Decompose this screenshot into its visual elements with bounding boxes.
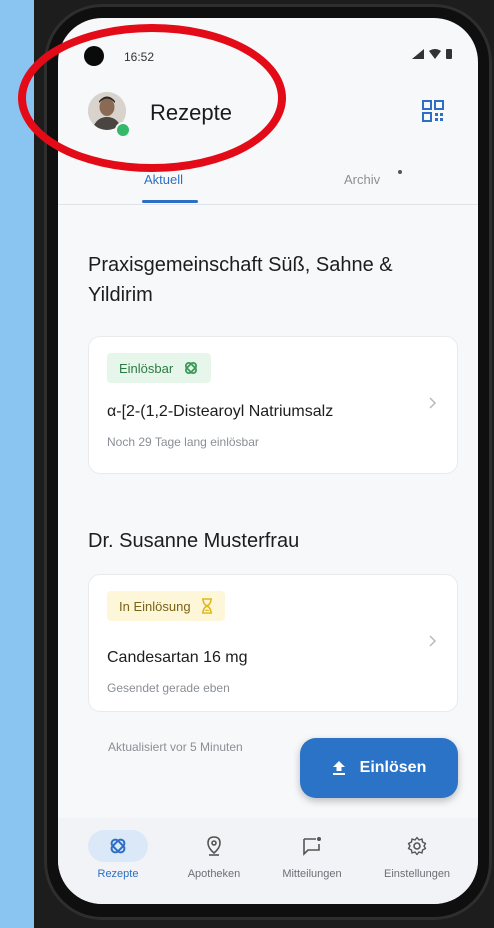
medication-name: Candesartan 16 mg: [107, 649, 248, 666]
prescription-card[interactable]: Einlösbar α-[2-(1,2-Distearoyl Natriumsa…: [88, 336, 458, 474]
tab-aktuell[interactable]: Aktuell: [144, 172, 183, 187]
upload-icon: [332, 761, 345, 775]
pill-icon: [110, 838, 126, 854]
practice-title: Dr. Susanne Musterfrau: [88, 530, 300, 552]
online-status-dot: [115, 122, 131, 138]
nav-item-apotheken[interactable]: Apotheken: [184, 830, 244, 880]
nav-item-einstellungen[interactable]: Einstellungen: [384, 830, 450, 880]
practice-title: Praxisgemeinschaft Süß, Sahne & Yildirim: [88, 254, 393, 306]
pill-icon: [185, 361, 198, 375]
qr-scan-icon[interactable]: [422, 100, 444, 122]
last-updated-text: Aktualisiert vor 5 Minuten: [108, 740, 243, 754]
status-badge-label: In Einlösung: [119, 598, 191, 614]
nav-label: Mitteilungen: [282, 868, 342, 880]
chevron-right-icon: [429, 397, 437, 409]
medication-name: α-[2-(1,2-Distearoyl Natriumsalz: [107, 403, 334, 420]
chevron-right-icon: [429, 635, 437, 647]
location-pin-icon: [207, 836, 221, 856]
active-tab-indicator: [142, 200, 198, 203]
hourglass-icon: [201, 598, 212, 614]
redeem-button-label: Einlösen: [359, 759, 427, 776]
status-time: 16:52: [124, 50, 155, 64]
nav-label: Rezepte: [97, 868, 139, 880]
nav-label: Einstellungen: [384, 868, 451, 880]
app-header: Rezepte: [58, 88, 478, 144]
status-badge: Einlösbar: [107, 353, 212, 383]
nav-label: Apotheken: [187, 868, 241, 880]
page-title: Rezepte: [150, 100, 232, 125]
system-icons: [412, 48, 452, 59]
signal-icon: [412, 48, 424, 59]
gear-icon: [407, 836, 427, 856]
backdrop: [0, 0, 34, 928]
nav-item-mitteilungen[interactable]: Mitteilungen: [282, 830, 342, 880]
archive-notification-dot: [398, 170, 402, 174]
redeem-button[interactable]: Einlösen: [300, 738, 458, 798]
tab-archiv[interactable]: Archiv: [344, 172, 380, 187]
front-camera: [84, 46, 104, 66]
medication-status-text: Gesendet gerade eben: [107, 681, 230, 695]
status-bar: 16:52: [58, 18, 478, 66]
nav-item-rezepte[interactable]: Rezepte: [88, 830, 148, 880]
phone-screen: 16:52 Rezepte Aktuell Archiv Praxisgemei…: [58, 18, 478, 904]
message-icon: [303, 837, 321, 856]
status-badge-label: Einlösbar: [119, 360, 174, 376]
prescription-card[interactable]: In Einlösung Candesartan 16 mg Gesendet …: [88, 574, 458, 712]
battery-icon: [446, 49, 452, 59]
status-badge: In Einlösung: [107, 591, 225, 621]
tab-bar: Aktuell Archiv: [58, 168, 478, 205]
medication-status-text: Noch 29 Tage lang einlösbar: [107, 435, 259, 449]
bottom-navigation: Rezepte Apotheken Mitteilungen Einstellu…: [58, 818, 478, 904]
wifi-icon: [429, 48, 441, 59]
